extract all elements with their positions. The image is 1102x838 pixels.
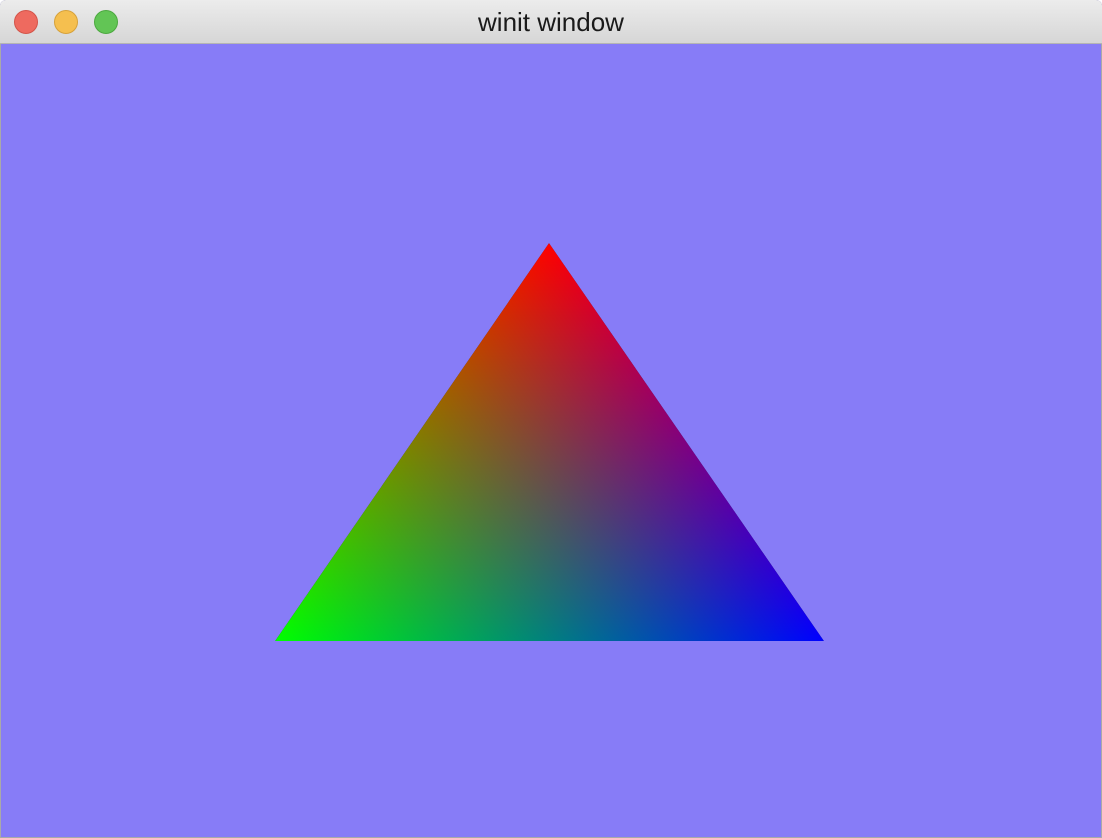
window-title: winit window xyxy=(478,7,624,37)
rgb-triangle xyxy=(275,243,824,641)
title-bar[interactable]: winit window xyxy=(0,0,1102,44)
app-window: winit window xyxy=(0,0,1102,838)
triangle-blue-channel xyxy=(275,243,824,641)
triangle-scene xyxy=(275,243,824,641)
render-canvas xyxy=(0,44,1102,838)
